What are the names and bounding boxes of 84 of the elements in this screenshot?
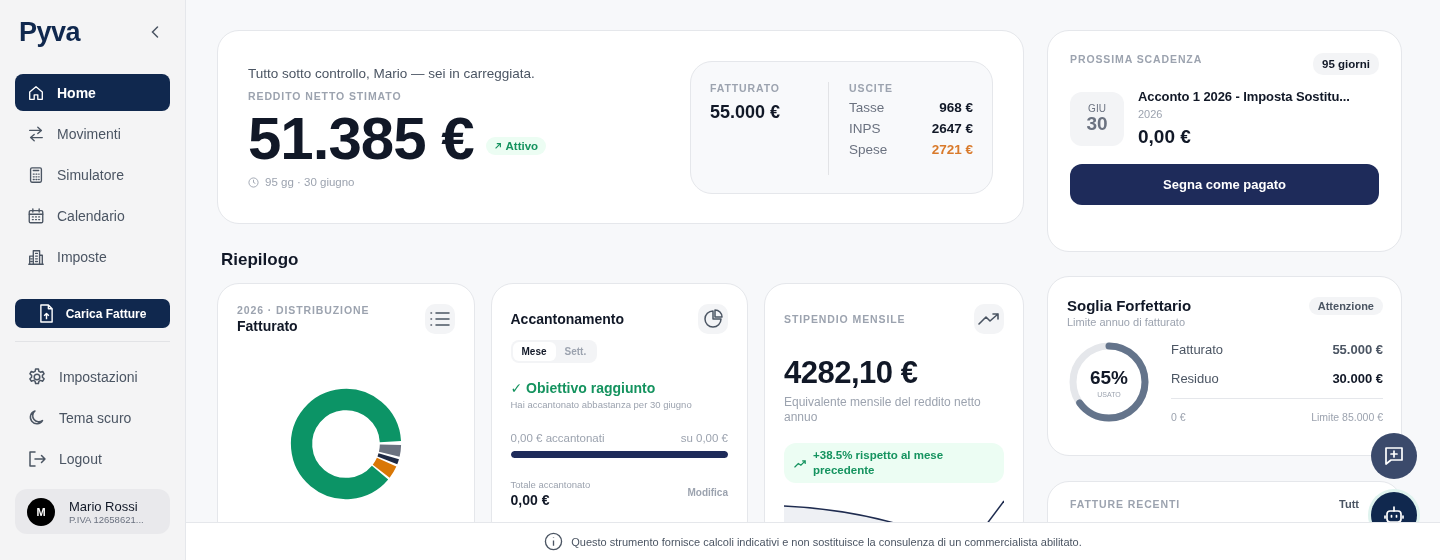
trend-text: +38.5% rispetto al mese precedente — [813, 448, 945, 478]
expense-name: INPS — [849, 120, 881, 136]
nav-item[interactable]: Movimenti — [15, 115, 170, 152]
pie-chart-icon — [703, 309, 723, 329]
nav-item[interactable]: Logout — [15, 440, 170, 477]
list-icon — [429, 311, 450, 327]
salary-amount: 4282,10 € — [784, 355, 919, 391]
nav-item[interactable]: Simulatore — [15, 156, 170, 193]
list-button[interactable] — [424, 304, 455, 334]
usage-percent: 65% — [1090, 366, 1128, 389]
card-title: Soglia Forfettario — [1067, 297, 1192, 314]
deadline-amount: 0,00 € — [1138, 126, 1192, 148]
trend-button[interactable] — [974, 304, 1004, 334]
nav-item[interactable]: Calendario — [15, 197, 170, 234]
file-upload-icon — [38, 304, 54, 323]
vat-number: P.IVA 12658621... — [69, 513, 144, 525]
nav-item[interactable]: Impostazioni — [15, 358, 170, 395]
expense-value: 968 € — [939, 99, 973, 115]
revenue-value: 55.000 € — [710, 101, 782, 123]
revenue-label: FATTURATO — [710, 81, 781, 94]
card-title: Accantonamento — [510, 311, 625, 327]
period-tab[interactable]: Mese — [512, 342, 556, 361]
expense-name: Tasse — [849, 99, 885, 115]
threshold-value: 55.000 € — [1332, 341, 1383, 357]
logout-icon — [27, 448, 47, 469]
saved-amount: 0,00 € accantonati — [510, 432, 605, 444]
upload-button[interactable]: Carica Fatture — [15, 299, 170, 328]
threshold-label: Fatturato — [1171, 341, 1224, 357]
date-tile: GIU 30 — [1070, 91, 1124, 146]
nav-item[interactable]: Tema scuro — [15, 399, 170, 436]
status-badge: Attivo — [485, 137, 547, 155]
mark-paid-button[interactable]: Segna come pagato — [1070, 164, 1379, 205]
income-label: REDDITO NETTO STIMATO — [248, 90, 403, 102]
expense-name: Spese — [849, 141, 888, 157]
user-name: Mario Rossi — [69, 498, 139, 514]
calculator-icon — [27, 165, 45, 184]
card-eyebrow: 2026 · DISTRIBUZIONE — [237, 304, 370, 316]
expense-value: 2721 € — [931, 141, 973, 157]
user-card[interactable]: M Mario Rossi P.IVA 12658621... — [15, 489, 170, 534]
arrow-icon — [493, 142, 502, 150]
warning-badge: Attenzione — [1308, 297, 1383, 315]
days-badge: 95 giorni — [1313, 53, 1379, 75]
total-label: Totale accantonato — [510, 479, 591, 490]
arrows-icon — [27, 124, 45, 143]
scale-max: Limite 85.000 € — [1311, 410, 1383, 423]
avatar: M — [27, 497, 55, 526]
deadline-meta: 95 gg · 30 giugno — [265, 176, 355, 188]
new-message-button[interactable] — [1371, 433, 1417, 479]
clock-icon — [248, 176, 259, 188]
income-amount: 51.385 € — [248, 104, 474, 174]
expenses-label: USCITE — [849, 81, 894, 94]
logo: Pyva — [19, 16, 81, 48]
trend-icon — [978, 312, 1000, 326]
info-icon — [544, 532, 564, 551]
building-icon — [27, 247, 45, 266]
card-title: Fatturato — [237, 318, 299, 334]
card-subtitle: Limite annuo di fatturato — [1067, 316, 1187, 328]
gear-icon — [27, 366, 47, 387]
section-title: Riepilogo — [221, 250, 300, 270]
target-amount: su 0,00 € — [680, 432, 728, 444]
card-eyebrow: PROSSIMA SCADENZA — [1070, 53, 1203, 65]
deadline-year: 2026 — [1138, 108, 1164, 120]
expense-value: 2647 € — [931, 120, 973, 136]
threshold-value: 30.000 € — [1332, 370, 1383, 386]
total-value: 0,00 € — [510, 492, 551, 508]
goal-note: Hai accantonato abbastanza per 30 giugno — [510, 399, 693, 410]
goal-status: ✓ Obiettivo raggiunto — [510, 380, 657, 396]
home-icon — [27, 83, 45, 102]
deadline-title: Acconto 1 2026 - Imposta Sostitu... — [1138, 89, 1350, 104]
disclaimer-text: Questo strumento fornisce calcoli indicativi e non sostituisce la consulenza di un commercialista abilitato. — [571, 535, 1082, 548]
see-all-link[interactable]: Tutt — [1339, 498, 1359, 510]
salary-description: Equivalente mensile del reddito netto annuo — [784, 395, 982, 425]
calendar-icon — [27, 206, 45, 225]
greeting-text: Tutto sotto controllo, Mario — sei in carreggiata. — [248, 66, 536, 81]
card-eyebrow: FATTURE RECENTI — [1070, 498, 1181, 510]
nav-item[interactable]: Imposte — [15, 238, 170, 275]
threshold-label: Residuo — [1171, 370, 1219, 386]
card-eyebrow: STIPENDIO MENSILE — [784, 313, 906, 325]
message-plus-icon — [1383, 445, 1405, 467]
collapse-icon[interactable] — [150, 25, 160, 39]
nav-item[interactable]: Home — [15, 74, 170, 111]
scale-min: 0 € — [1171, 410, 1186, 423]
chart-button[interactable] — [698, 304, 728, 334]
trend-icon — [794, 458, 807, 468]
